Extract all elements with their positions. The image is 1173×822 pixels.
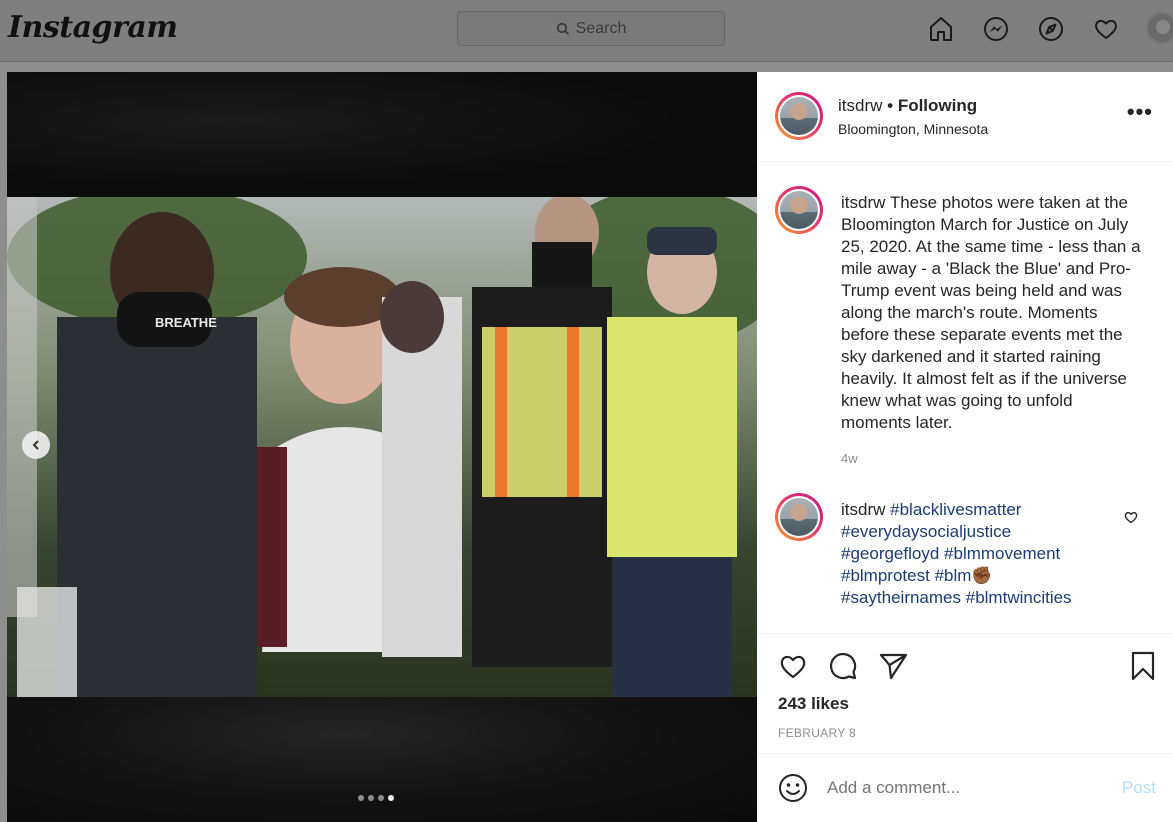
author-line: itsdrw • Following	[838, 96, 977, 116]
post-date[interactable]: FEBRUARY 8	[778, 726, 856, 740]
comment-timestamp[interactable]: 4w	[841, 451, 858, 466]
comment-username[interactable]: itsdrw	[841, 500, 885, 519]
crowd-illustration: BREATHE	[7, 197, 757, 697]
hashtag-link[interactable]: #blacklivesmatter	[890, 500, 1021, 519]
comment-bubble-icon[interactable]	[827, 650, 859, 682]
caption-text: itsdrw These photos were taken at the Bl…	[841, 192, 1141, 434]
post-photo: BREATHE	[7, 197, 757, 697]
search-box[interactable]: Search	[457, 11, 725, 46]
instagram-post-page: Instagram Search BREATHE itsdrw • Follow…	[0, 0, 1173, 822]
comment-body: These photos were taken at the Bloomingt…	[841, 193, 1141, 432]
post-media[interactable]: BREATHE	[7, 72, 757, 822]
post-header: itsdrw • Following Bloomington, Minnesot…	[757, 72, 1173, 162]
like-heart-icon[interactable]	[777, 650, 809, 682]
likes-count[interactable]: 243 likes	[778, 694, 849, 714]
carousel-dot-active	[388, 795, 394, 801]
hashtag-link[interactable]: #georgefloyd	[841, 544, 939, 563]
post-side-panel: itsdrw • Following Bloomington, Minnesot…	[757, 72, 1173, 822]
author-avatar[interactable]	[775, 92, 823, 140]
home-icon[interactable]	[926, 12, 956, 46]
photo-border-bottom	[7, 697, 757, 822]
post-location[interactable]: Bloomington, Minnesota	[838, 121, 988, 137]
top-navigation-bar: Instagram Search	[0, 0, 1173, 62]
chevron-left-icon	[32, 440, 39, 450]
post-actions: 243 likes FEBRUARY 8	[757, 633, 1173, 753]
emoji-icon[interactable]	[777, 772, 809, 804]
explore-icon[interactable]	[1036, 12, 1066, 46]
comments-list[interactable]: itsdrw These photos were taken at the Bl…	[757, 163, 1173, 633]
carousel-dot	[378, 795, 384, 801]
more-options-button[interactable]: •••	[1127, 101, 1153, 123]
comment-input[interactable]	[827, 778, 1087, 798]
hashtag-link[interactable]: #everydaysocialjustice	[841, 522, 1011, 541]
profile-avatar[interactable]	[1146, 12, 1173, 44]
add-comment-bar: Post	[757, 753, 1173, 822]
svg-text:BREATHE: BREATHE	[155, 315, 217, 330]
hashtag-link[interactable]: #blmmovement	[944, 544, 1060, 563]
messenger-icon[interactable]	[981, 12, 1011, 46]
search-icon	[556, 22, 569, 35]
instagram-logo[interactable]: Instagram	[8, 10, 178, 45]
author-username[interactable]: itsdrw	[838, 96, 882, 115]
carousel-prev-button[interactable]	[22, 431, 50, 459]
post-comment-button[interactable]: Post	[1122, 778, 1156, 798]
hashtag-link[interactable]: #blmtwincities	[966, 588, 1072, 607]
bookmark-icon[interactable]	[1127, 650, 1159, 682]
comment-avatar[interactable]	[775, 493, 823, 541]
hashtag-link[interactable]: #saytheirnames	[841, 588, 961, 607]
photo-border-top	[7, 72, 757, 197]
carousel-indicator	[358, 795, 394, 801]
following-status[interactable]: • Following	[887, 96, 977, 115]
carousel-dot	[358, 795, 364, 801]
heart-icon[interactable]	[1091, 12, 1121, 46]
search-placeholder: Search	[575, 19, 627, 37]
hashtag-link[interactable]: #blm✊🏾	[935, 566, 993, 585]
hashtag-text: itsdrw #blacklivesmatter #everydaysocial…	[841, 499, 1101, 609]
comment-username[interactable]: itsdrw	[841, 193, 885, 212]
comment-avatar[interactable]	[775, 186, 823, 234]
share-send-icon[interactable]	[877, 650, 909, 682]
hashtag-link[interactable]: #blmprotest	[841, 566, 930, 585]
carousel-dot	[368, 795, 374, 801]
comment-like-icon[interactable]	[1123, 509, 1139, 525]
